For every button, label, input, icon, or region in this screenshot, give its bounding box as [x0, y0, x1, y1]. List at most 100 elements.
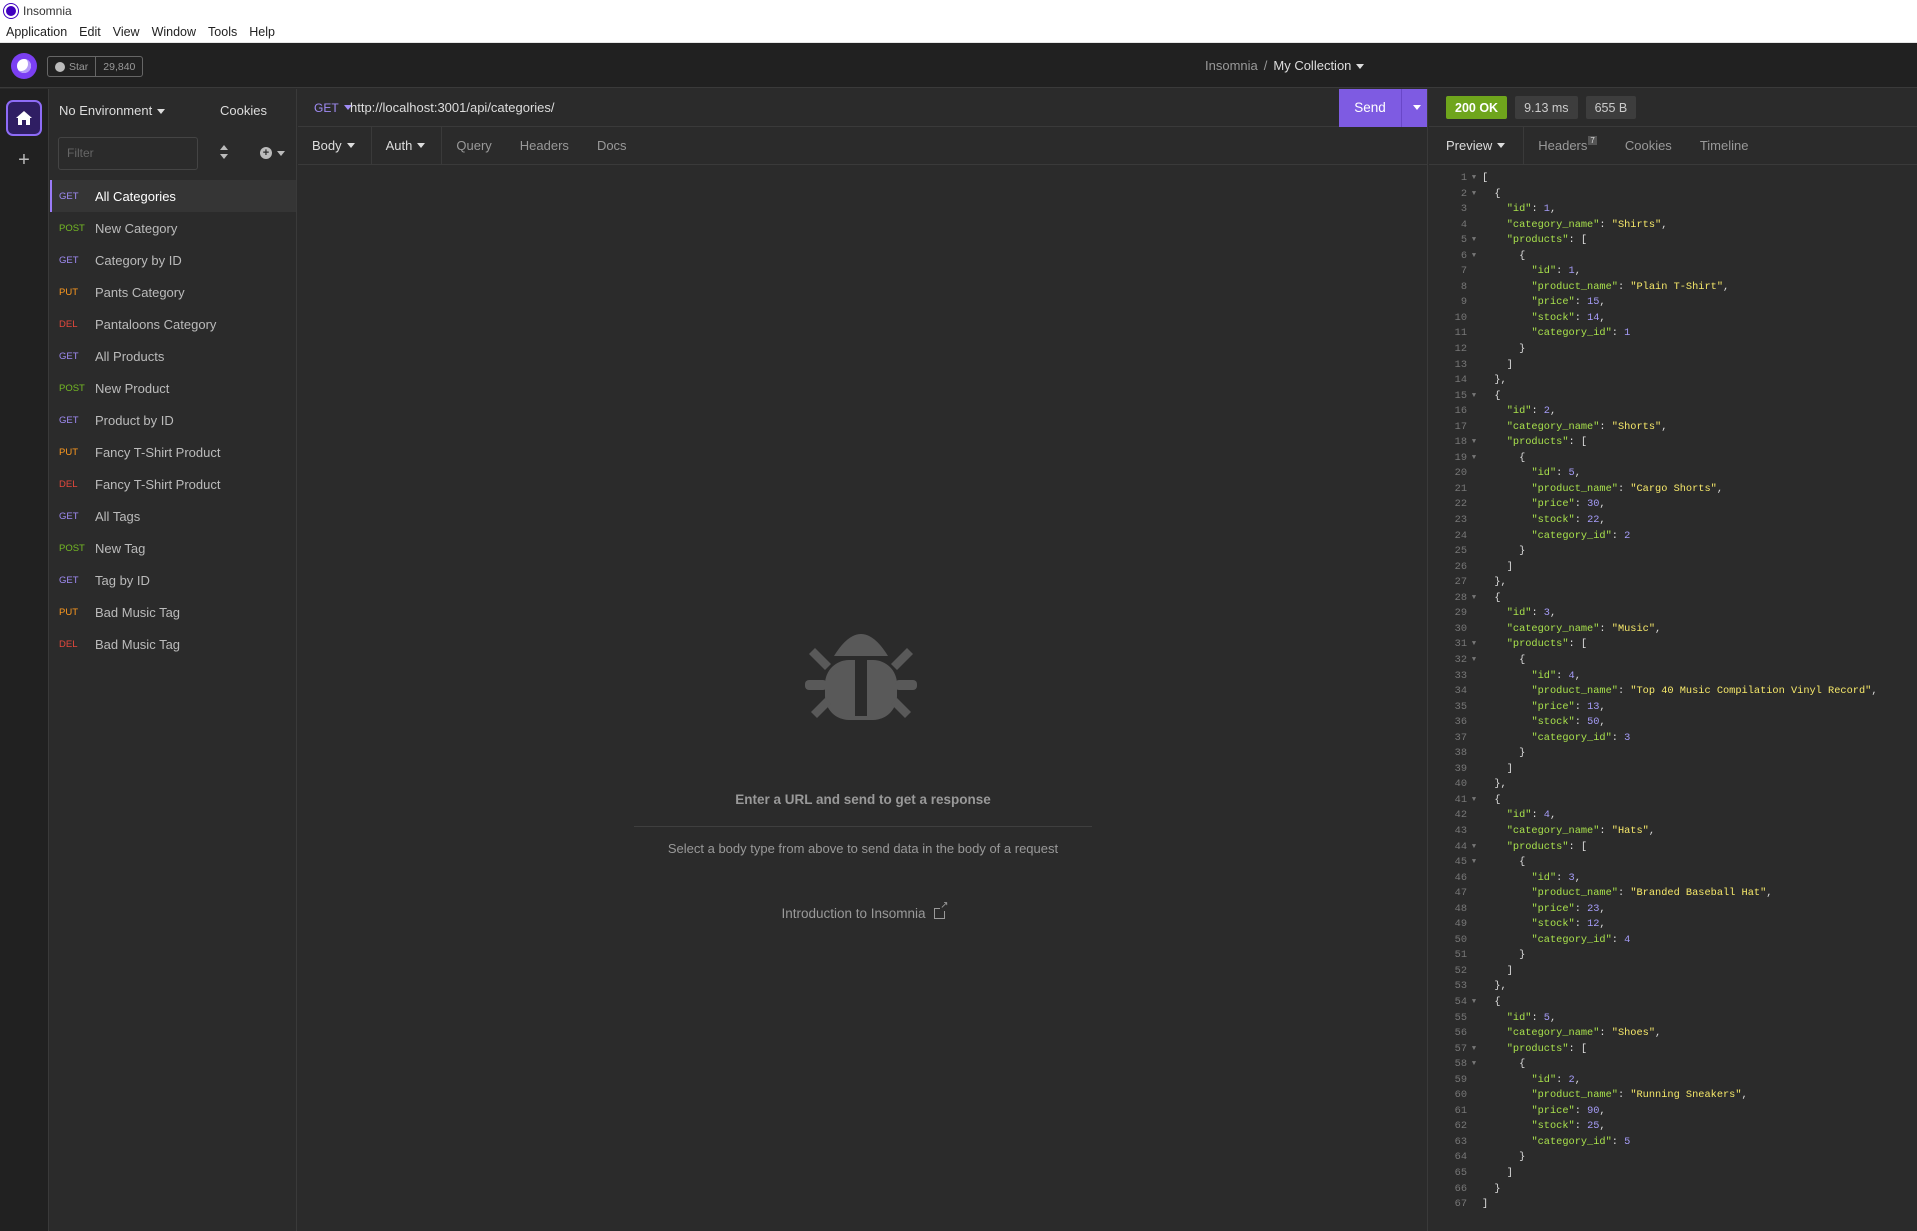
sidebar-item-request[interactable]: GET Tag by ID [50, 564, 296, 596]
sidebar-item-request[interactable]: GET Product by ID [50, 404, 296, 436]
caret-down-icon [277, 150, 285, 156]
home-button[interactable] [6, 100, 42, 136]
code-line: 20 "id": 5, [1454, 467, 1581, 480]
request-name: Product by ID [95, 412, 174, 428]
sidebar-item-request[interactable]: POST New Category [50, 212, 296, 244]
breadcrumb-root[interactable]: Insomnia [1205, 58, 1258, 73]
tab-auth[interactable]: Auth [372, 126, 443, 165]
url-input[interactable] [340, 89, 1339, 126]
collection-dropdown[interactable]: My Collection [1273, 58, 1365, 73]
sidebar-item-request[interactable]: GET Category by ID [50, 244, 296, 276]
sort-icon[interactable] [220, 144, 228, 162]
method-badge: GET [59, 574, 79, 586]
menu-view[interactable]: View [107, 25, 146, 39]
tab-query[interactable]: Query [442, 127, 505, 165]
sidebar-item-request[interactable]: GET All Categories [50, 180, 296, 212]
code-line: 48 "price": 23, [1454, 902, 1606, 915]
response-body-viewer[interactable]: 1 ▼[2 ▼ {3 "id": 1, 4 "category_name": "Shi… [1429, 171, 1917, 1213]
code-line: 14 }, [1454, 374, 1507, 387]
sidebar-item-request[interactable]: DEL Pantaloons Category [50, 308, 296, 340]
cookies-button[interactable]: Cookies [220, 103, 296, 118]
sidebar-item-request[interactable]: GET All Tags [50, 500, 296, 532]
code-line: 66 } [1454, 1182, 1501, 1195]
request-name: Category by ID [95, 252, 182, 268]
code-line: 13 ] [1454, 358, 1513, 371]
request-name: All Categories [95, 188, 176, 204]
method-dropdown[interactable]: GET [298, 101, 352, 115]
code-line: 51 } [1454, 949, 1526, 962]
code-line: 28 ▼ { [1454, 591, 1501, 604]
sidebar-item-request[interactable]: PUT Pants Category [50, 276, 296, 308]
environment-row: No Environment Cookies [50, 89, 296, 131]
code-line: 9 "price": 15, [1460, 296, 1606, 309]
response-time: 9.13 ms [1515, 96, 1578, 119]
github-icon [55, 61, 65, 72]
code-line: 23 "stock": 22, [1454, 514, 1606, 527]
code-line: 16 "id": 2, [1454, 405, 1557, 418]
menu-edit[interactable]: Edit [73, 25, 107, 39]
method-badge: GET [59, 190, 79, 202]
menu-tools[interactable]: Tools [202, 25, 243, 39]
response-status-bar: 200 OK 9.13 ms 655 B [1429, 89, 1917, 127]
star-count: 29,840 [103, 60, 136, 73]
add-workspace-button[interactable]: + [13, 149, 35, 171]
github-star-button[interactable]: Star [48, 57, 97, 76]
external-link-icon [933, 901, 949, 919]
code-line: 36 "stock": 50, [1454, 716, 1606, 729]
send-options-button[interactable] [1401, 88, 1427, 127]
code-line: 44 ▼ "products": [ [1454, 840, 1588, 853]
tab-timeline[interactable]: Timeline [1686, 127, 1763, 165]
code-line: 31 ▼ "products": [ [1454, 638, 1588, 651]
code-line: 62 "stock": 25, [1454, 1120, 1606, 1133]
request-name: All Products [95, 348, 165, 364]
code-line: 43 "category_name": "Hats", [1454, 824, 1656, 837]
tab-body[interactable]: Body [298, 126, 372, 165]
sidebar-item-request[interactable]: PUT Fancy T-Shirt Product [50, 436, 296, 468]
sidebar-item-request[interactable]: PUT Bad Music Tag [50, 596, 296, 628]
insomnia-logo-icon[interactable] [11, 53, 37, 79]
filter-input[interactable] [58, 136, 198, 170]
sidebar-item-request[interactable]: DEL Bad Music Tag [50, 628, 296, 660]
method-badge: GET [59, 350, 79, 362]
tab-preview[interactable]: Preview [1429, 126, 1525, 165]
send-button[interactable]: Send [1339, 88, 1401, 127]
tab-response-headers-label: Headers [1538, 138, 1588, 153]
intro-link-label: Introduction to Insomnia [781, 906, 926, 921]
sidebar-item-request[interactable]: POST New Tag [50, 532, 296, 564]
method-badge: PUT [59, 286, 78, 298]
intro-link[interactable]: Introduction to Insomnia [298, 901, 1428, 921]
tab-response-cookies[interactable]: Cookies [1611, 127, 1686, 165]
github-star-widget[interactable]: Star 29,840 [47, 56, 144, 77]
breadcrumb: Insomnia / My Collection [1205, 58, 1365, 73]
sidebar-item-request[interactable]: DEL Fancy T-Shirt Product [50, 468, 296, 500]
request-list: GET All Categories POST New Category GET Cate… [50, 180, 296, 660]
tab-response-headers[interactable]: Headers 7 [1524, 127, 1611, 165]
code-line: 1 ▼[ [1460, 172, 1489, 184]
tab-headers[interactable]: Headers [506, 127, 583, 165]
method-badge: POST [59, 382, 85, 394]
code-line: 64 } [1454, 1151, 1526, 1164]
add-request-dropdown[interactable]: + [260, 147, 285, 159]
tab-auth-label: Auth [385, 138, 413, 153]
menu-help[interactable]: Help [243, 25, 281, 39]
menu-application[interactable]: Application [0, 25, 73, 39]
method-badge: DEL [59, 478, 78, 490]
breadcrumb-separator: / [1263, 58, 1268, 73]
sidebar-item-request[interactable]: POST New Product [50, 372, 296, 404]
code-line: 26 ] [1454, 560, 1513, 573]
environment-dropdown[interactable]: No Environment [59, 103, 220, 118]
code-line: 49 "stock": 12, [1454, 918, 1606, 931]
code-line: 55 "id": 5, [1454, 1011, 1557, 1024]
code-line: 12 } [1454, 343, 1526, 356]
tab-docs[interactable]: Docs [583, 127, 641, 165]
code-line: 6 ▼ { [1460, 249, 1526, 262]
sidebar-item-request[interactable]: GET All Products [50, 340, 296, 372]
code-line: 39 ] [1454, 762, 1513, 775]
menu-window[interactable]: Window [146, 25, 202, 39]
star-label: Star [69, 60, 89, 73]
code-line: 18 ▼ "products": [ [1454, 436, 1588, 449]
response-pane: 200 OK 9.13 ms 655 B Preview Headers 7 Co… [1429, 89, 1917, 1231]
code-line: 24 "category_id": 2 [1454, 529, 1631, 542]
code-line: 58 ▼ { [1454, 1058, 1526, 1071]
code-line: 10 "stock": 14, [1454, 311, 1606, 324]
